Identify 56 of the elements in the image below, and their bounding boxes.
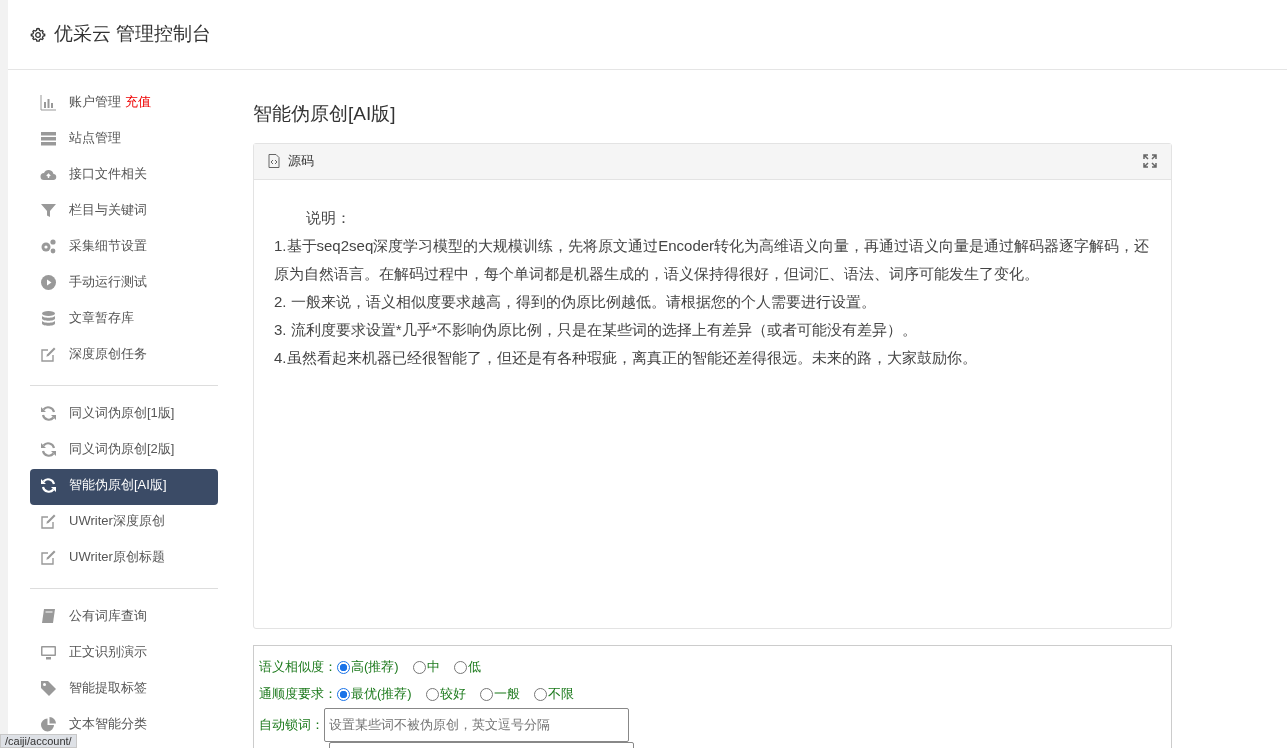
panel-title: 源码 bbox=[288, 152, 314, 171]
expand-icon[interactable] bbox=[1143, 154, 1157, 168]
sidebar-item[interactable]: 公有词库查询 bbox=[30, 600, 218, 636]
field-label: 自动锁词： bbox=[259, 715, 324, 734]
description-paragraph: 4.虽然看起来机器已经很智能了，但还是有各种瑕疵，离真正的智能还差得很远。未来的路，大家鼓励你。 bbox=[274, 347, 978, 368]
sidebar-item[interactable]: 手动运行测试 bbox=[30, 266, 218, 302]
text-input[interactable]: 设置某些词不被伪原创，英文逗号分隔 bbox=[324, 707, 629, 742]
sidebar-item[interactable]: 栏目与关键词 bbox=[30, 194, 218, 230]
sidebar-item[interactable]: 账户管理 充值 bbox=[30, 86, 218, 122]
description-heading: 说明： bbox=[305, 207, 352, 228]
sidebar-item[interactable]: 同义词伪原创[2版] bbox=[30, 433, 218, 469]
book-icon bbox=[40, 607, 57, 625]
sidebar-item[interactable]: 接口文件相关 bbox=[30, 158, 218, 194]
page-title: 智能伪原创[AI版] bbox=[253, 102, 397, 126]
field-label: 语义相似度： bbox=[259, 658, 337, 677]
link-preview-tooltip: /caiji/account/ bbox=[0, 734, 77, 748]
sidebar-item[interactable]: 正文识别演示 bbox=[30, 636, 218, 672]
radio-option[interactable]: 高(推荐) bbox=[337, 657, 399, 677]
app-title: 优采云 管理控制台 bbox=[54, 22, 212, 47]
radio-option[interactable]: 低 bbox=[453, 657, 481, 677]
bar-chart-icon bbox=[40, 93, 57, 111]
server-icon bbox=[40, 129, 57, 147]
description-paragraph: 1.基于seq2seq深度学习模型的大规模训练，先将原文通过Encoder转化为高维语义向量，再通过语义向量是通过解码器逐字解码，还原为自然语言。在解码过程中，每个单词都是机器生成的，语义保持得很好，但词汇、语法、词序可能发生了变化。 bbox=[274, 235, 1151, 284]
code-file-icon bbox=[268, 154, 280, 168]
field-label: 通顺度要求： bbox=[259, 685, 337, 704]
filter-icon bbox=[40, 201, 57, 219]
edit-icon bbox=[40, 512, 57, 530]
sidebar-item[interactable]: UWriter原创标题 bbox=[30, 541, 218, 577]
radio-option[interactable]: 较好 bbox=[425, 684, 466, 704]
description-paragraph: 2. 一般来说，语义相似度要求越高，得到的伪原比例越低。请根据您的个人需要进行设置。 bbox=[274, 291, 877, 312]
sidebar-item[interactable]: UWriter深度原创 bbox=[30, 505, 218, 541]
gear-icon bbox=[30, 26, 46, 43]
gears-icon bbox=[40, 237, 57, 255]
play-icon bbox=[40, 273, 57, 291]
edit-icon bbox=[40, 345, 57, 363]
edit-icon bbox=[40, 548, 57, 566]
sidebar-item[interactable]: 深度原创任务 bbox=[30, 338, 218, 374]
radio-option[interactable]: 不限 bbox=[533, 684, 574, 704]
monitor-icon bbox=[40, 643, 57, 661]
database-icon bbox=[40, 309, 57, 327]
sidebar-item[interactable]: 同义词伪原创[1版] bbox=[30, 397, 218, 433]
sidebar-item[interactable]: 采集细节设置 bbox=[30, 230, 218, 266]
sync-icon bbox=[40, 404, 57, 422]
sidebar-item[interactable]: 文章暂存库 bbox=[30, 302, 218, 338]
tag-icon bbox=[40, 679, 57, 697]
recharge-link[interactable]: 充值 bbox=[125, 92, 151, 112]
radio-option[interactable]: 一般 bbox=[479, 684, 520, 704]
sync-icon bbox=[40, 476, 57, 494]
radio-option[interactable]: 最优(推荐) bbox=[337, 684, 412, 704]
sidebar-item[interactable]: 站点管理 bbox=[30, 122, 218, 158]
description-paragraph: 3. 流利度要求设置*几乎*不影响伪原比例，只是在某些词的选择上有差异（或者可能没有差异）。 bbox=[274, 319, 919, 340]
sidebar-item[interactable]: 智能伪原创[AI版] bbox=[30, 469, 218, 505]
sync-icon bbox=[40, 440, 57, 458]
radio-option[interactable]: 中 bbox=[412, 657, 440, 677]
sidebar-item[interactable]: 智能提取标签 bbox=[30, 672, 218, 708]
pie-chart-icon bbox=[40, 715, 57, 733]
